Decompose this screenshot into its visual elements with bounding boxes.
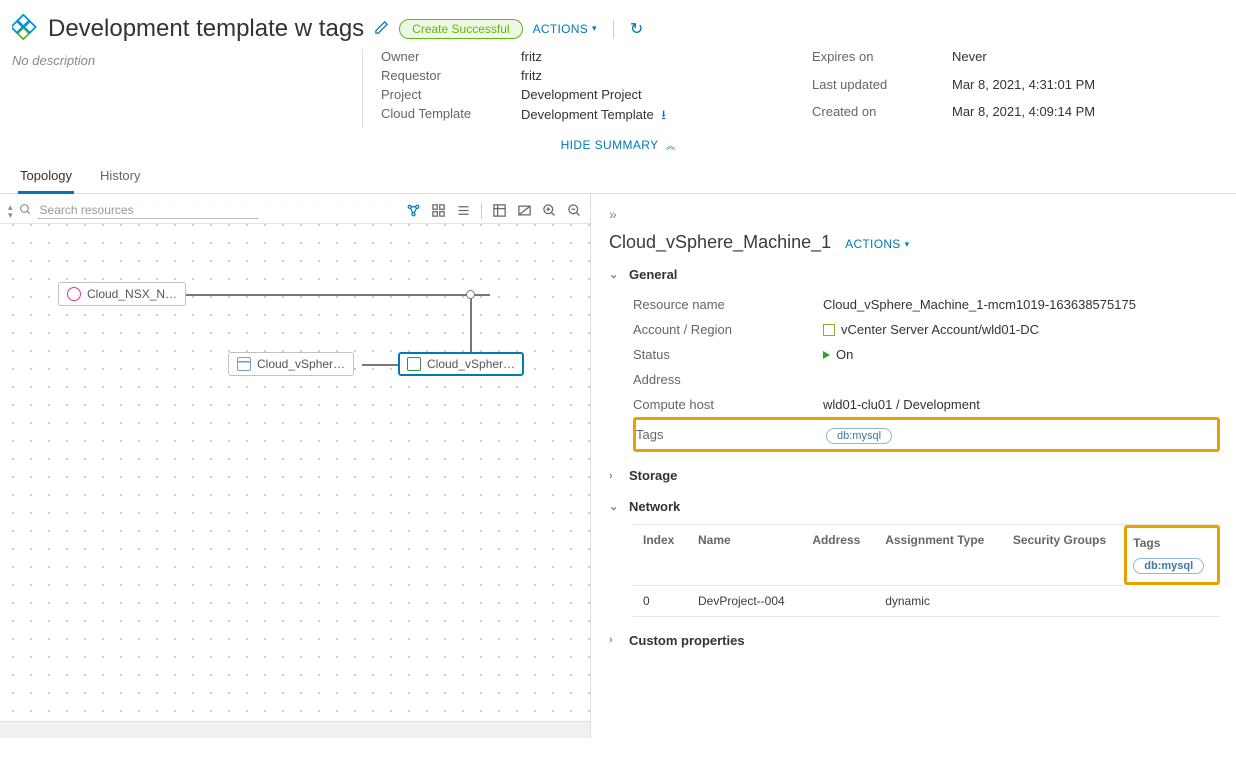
edge-endpoint (466, 290, 475, 299)
compute-host-value: wld01-clu01 / Development (823, 397, 980, 412)
vm-icon (407, 357, 421, 371)
description: No description (12, 49, 332, 128)
updated-value: Mar 8, 2021, 4:31:01 PM (952, 77, 1224, 101)
edge (184, 294, 490, 296)
status-value: On (823, 347, 853, 362)
node-vsphere-machine[interactable]: Cloud_vSpher… (398, 352, 524, 376)
tags-column-highlight: Tags db:mysql (1124, 525, 1219, 585)
tags-highlight: Tags db:mysql (633, 417, 1220, 452)
nav-stepper[interactable]: ▴▾ (8, 203, 13, 219)
owner-label: Owner (381, 49, 511, 64)
view-grid-icon[interactable] (431, 203, 446, 219)
account-value: vCenter Server Account/wld01-DC (823, 322, 1039, 337)
section-general-toggle[interactable]: ⌄ General (609, 267, 1220, 282)
created-label: Created on (812, 104, 942, 128)
download-icon[interactable]: ⭳ (661, 107, 666, 122)
power-on-icon (823, 351, 830, 359)
chevron-down-icon: ⌄ (609, 268, 619, 281)
template-label: Cloud Template (381, 106, 511, 128)
zoom-in-icon[interactable] (542, 203, 557, 219)
search-icon (19, 203, 32, 219)
tab-history[interactable]: History (98, 162, 142, 193)
refresh-icon[interactable]: ↻ (630, 19, 643, 39)
col-security: Security Groups (1003, 525, 1124, 586)
canvas-toolbar: ▴▾ (0, 198, 590, 224)
chevron-right-icon: › (609, 470, 619, 482)
col-assignment: Assignment Type (875, 525, 1003, 586)
node-vsphere-disk[interactable]: Cloud_vSpher… (228, 352, 354, 376)
resource-name-value: Cloud_vSphere_Machine_1-mcm1019-16363857… (823, 297, 1136, 312)
requestor-value: fritz (521, 68, 782, 83)
topology-canvas[interactable]: ▴▾ (0, 194, 590, 738)
page-title: Development template w tags (48, 15, 364, 43)
network-table: Index Name Address Assignment Type Secur… (633, 524, 1220, 617)
status-badge: Create Successful (399, 19, 522, 39)
owner-value: fritz (521, 49, 782, 64)
created-value: Mar 8, 2021, 4:09:14 PM (952, 104, 1224, 128)
tab-topology[interactable]: Topology (18, 162, 74, 194)
app-logo (12, 14, 38, 43)
view-list-icon[interactable] (456, 203, 471, 219)
chevron-down-icon: ▾ (905, 239, 910, 250)
resource-actions-dropdown[interactable]: ACTIONS ▾ (845, 237, 909, 251)
project-label: Project (381, 87, 511, 102)
col-index: Index (633, 525, 688, 586)
chevron-up-icon: ︽ (666, 141, 675, 151)
zoom-out-icon[interactable] (567, 203, 582, 219)
actions-dropdown[interactable]: ACTIONS ▾ (533, 22, 597, 36)
expires-label: Expires on (812, 49, 942, 73)
requestor-label: Requestor (381, 68, 511, 83)
tag-pill[interactable]: db:mysql (1133, 558, 1204, 574)
col-name: Name (688, 525, 802, 586)
fullscreen-icon[interactable] (492, 203, 507, 219)
expand-panel-icon[interactable]: » (609, 206, 1220, 222)
divider (481, 203, 482, 219)
view-graph-icon[interactable] (406, 203, 421, 219)
expires-value: Never (952, 49, 1224, 73)
section-storage-toggle[interactable]: › Storage (609, 468, 1220, 483)
edge (470, 294, 472, 358)
section-custom-toggle[interactable]: › Custom properties (609, 633, 1220, 648)
project-link[interactable]: Development Project (521, 87, 782, 102)
resource-title: Cloud_vSphere_Machine_1 (609, 232, 831, 253)
col-address: Address (802, 525, 875, 586)
storage-icon (237, 357, 251, 371)
vcenter-icon (823, 324, 835, 336)
chevron-right-icon: › (609, 634, 619, 646)
tag-pill[interactable]: db:mysql (826, 428, 892, 444)
node-nsx-network[interactable]: Cloud_NSX_N… (58, 282, 186, 306)
chevron-down-icon: ⌄ (609, 500, 619, 513)
updated-label: Last updated (812, 77, 942, 101)
template-link[interactable]: Development Template ⭳ (521, 106, 782, 128)
chevron-down-icon: ▾ (592, 23, 597, 34)
fit-icon[interactable] (517, 203, 532, 219)
search-input[interactable] (38, 202, 258, 219)
network-icon (67, 287, 81, 301)
edit-icon[interactable] (374, 20, 389, 38)
hide-summary-toggle[interactable]: HIDE SUMMARY ︽ (0, 132, 1236, 162)
table-row[interactable]: 0 DevProject--004 dynamic (633, 585, 1220, 616)
section-network-toggle[interactable]: ⌄ Network (609, 499, 1220, 514)
divider (613, 20, 614, 38)
